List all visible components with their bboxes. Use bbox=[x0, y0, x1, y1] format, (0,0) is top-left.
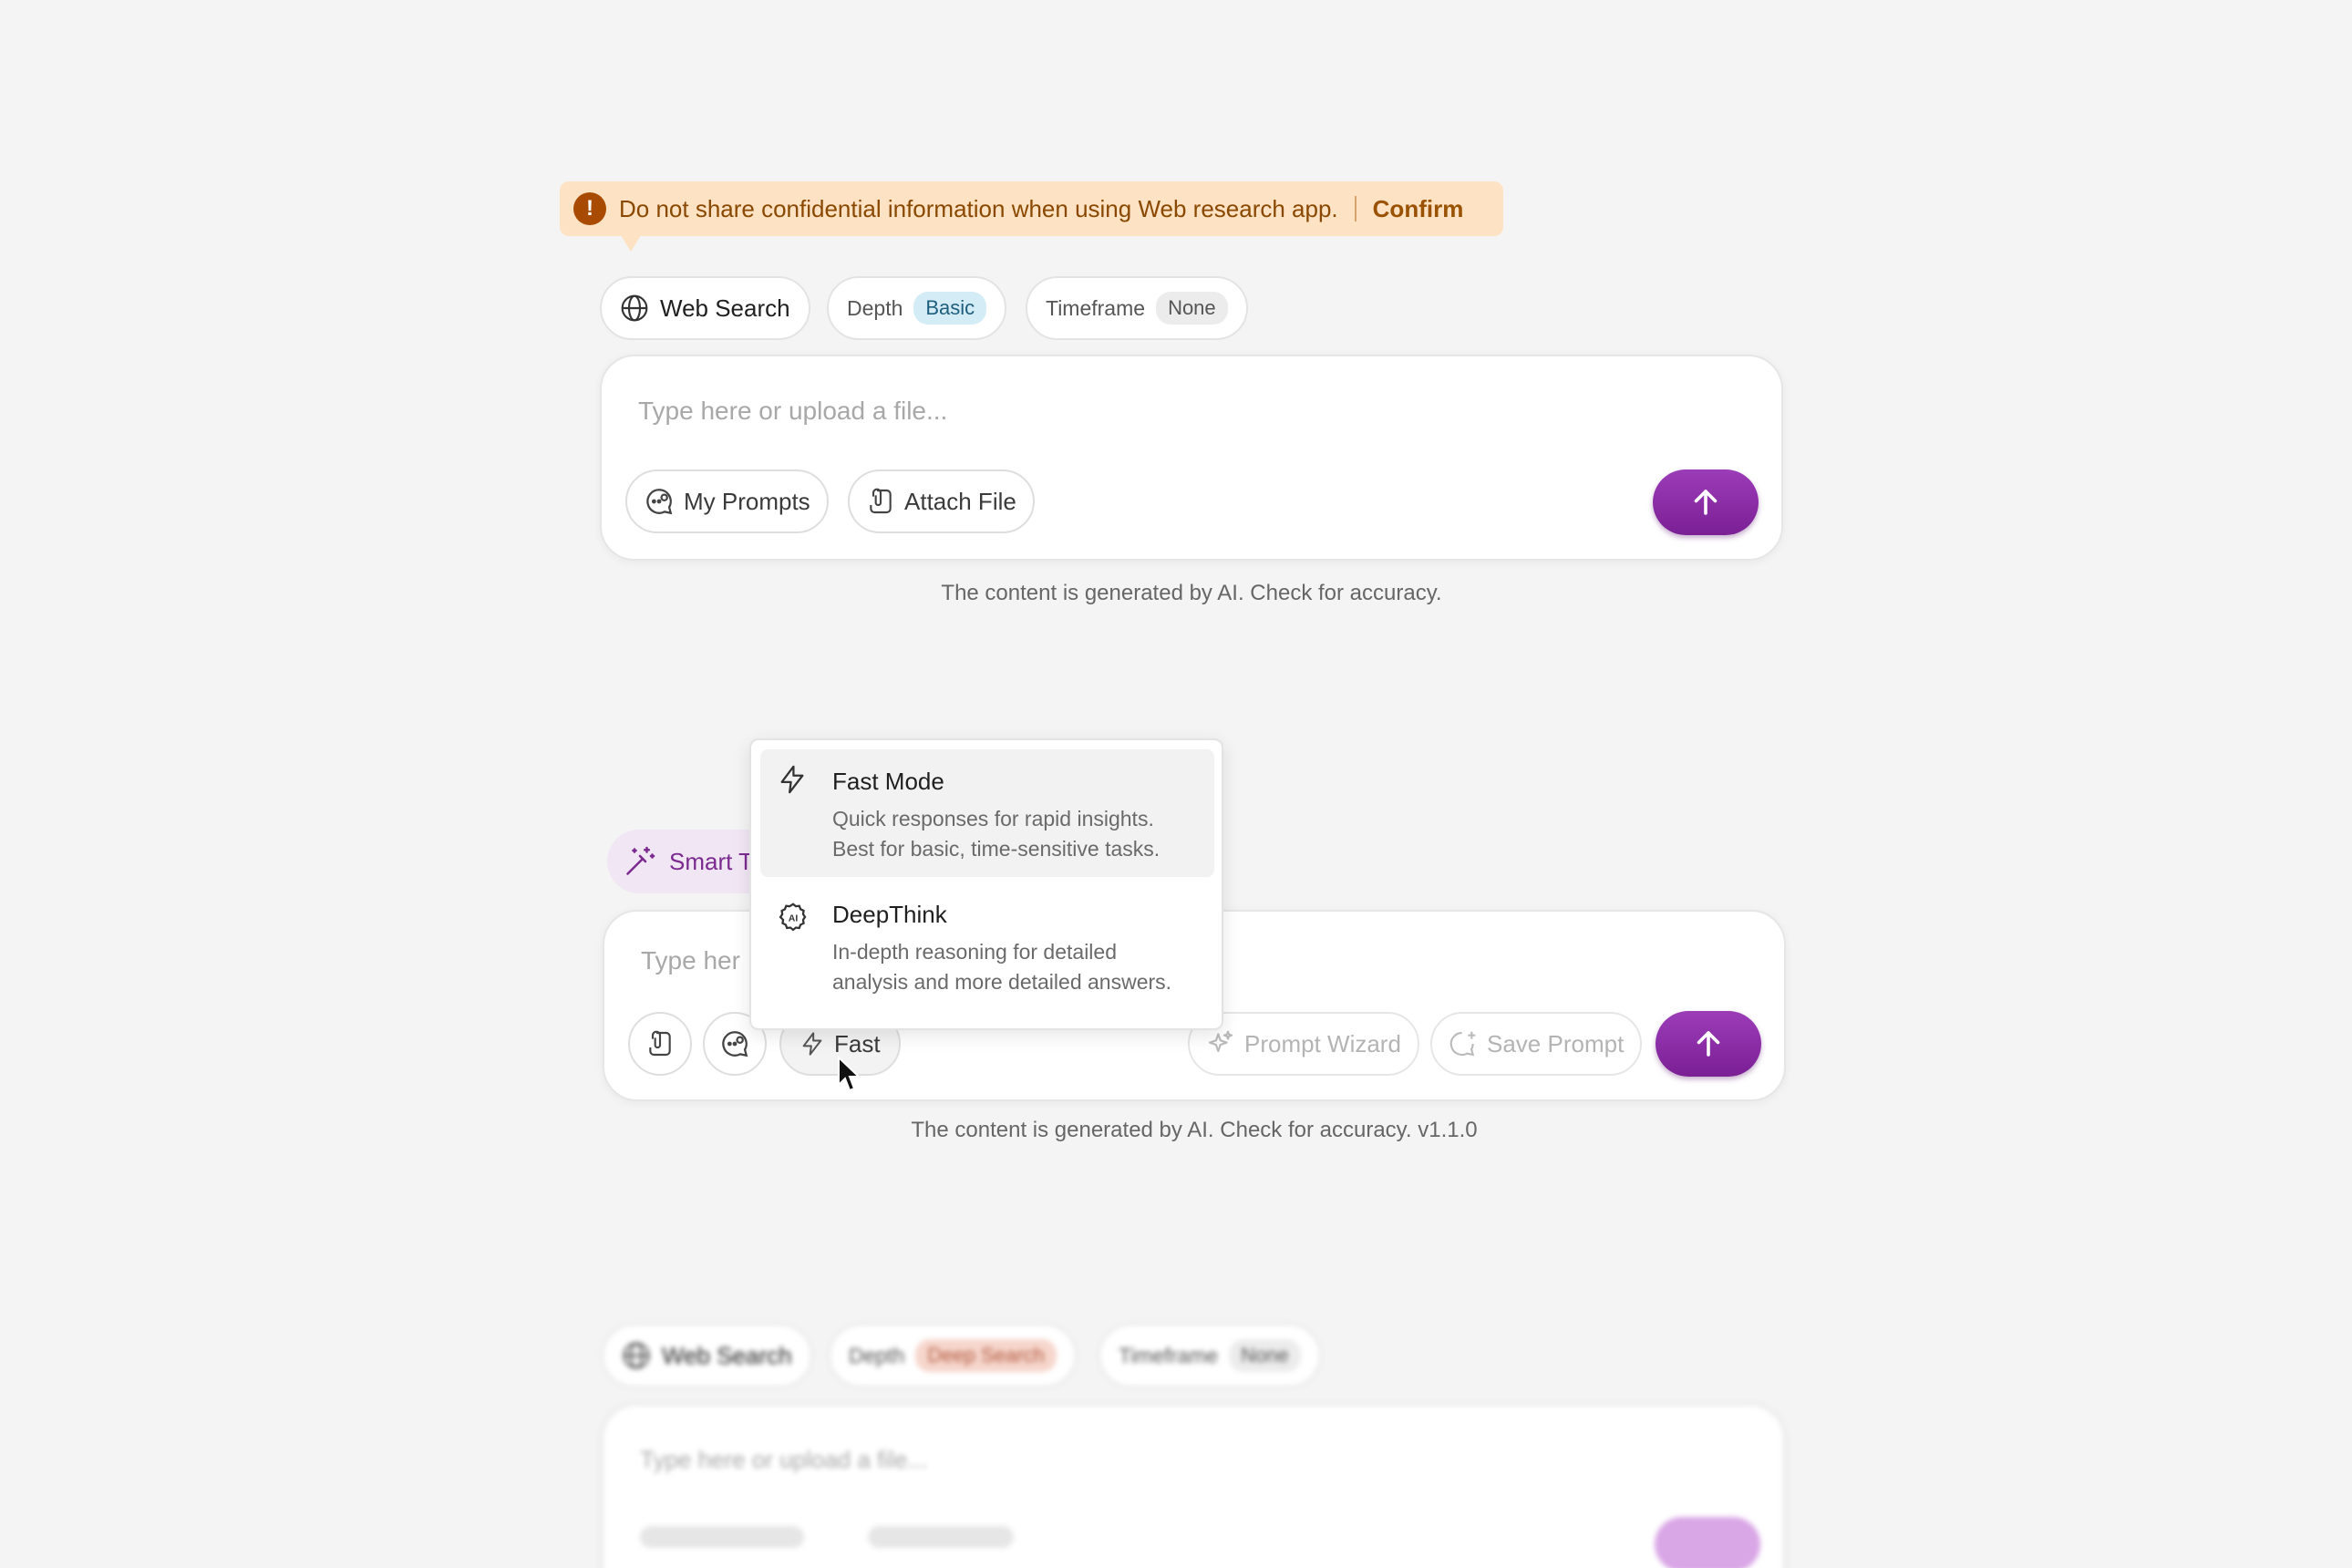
menu-item-title: DeepThink bbox=[832, 901, 947, 928]
attach-file-button[interactable]: Attach File bbox=[848, 469, 1035, 533]
depth-label: Depth bbox=[849, 1343, 905, 1367]
ai-brain-icon: AI bbox=[777, 901, 810, 934]
menu-item-fast-mode[interactable]: Fast Mode Quick responses for rapid insi… bbox=[760, 749, 1214, 877]
depth-value-badge: Basic bbox=[913, 292, 987, 325]
timeframe-label: Timeframe bbox=[1119, 1343, 1219, 1367]
my-prompts-label: My Prompts bbox=[684, 487, 810, 515]
menu-item-title: Fast Mode bbox=[832, 768, 944, 795]
ai-disclaimer-2: The content is generated by AI. Check fo… bbox=[911, 1118, 1478, 1142]
mode-selector-label: Fast bbox=[834, 1029, 881, 1057]
banner-divider bbox=[1354, 196, 1357, 222]
message-input-3[interactable]: Type here or upload a file... bbox=[640, 1446, 927, 1474]
timeframe-value-badge: None bbox=[1229, 1339, 1301, 1372]
send-button-3[interactable] bbox=[1655, 1517, 1760, 1568]
send-button-2[interactable] bbox=[1656, 1011, 1761, 1077]
chat-bubble-icon bbox=[722, 1031, 748, 1057]
my-prompts-button-3[interactable] bbox=[640, 1526, 804, 1548]
message-input[interactable]: Type here or upload a file... bbox=[638, 397, 947, 426]
depth-label: Depth bbox=[847, 295, 903, 320]
web-search-chip-3[interactable]: Web Search bbox=[602, 1324, 812, 1387]
banner-pointer bbox=[621, 235, 641, 252]
chat-bubble-icon bbox=[644, 486, 675, 517]
timeframe-chip[interactable]: Timeframe None bbox=[1026, 276, 1248, 340]
attach-file-button-2[interactable] bbox=[628, 1012, 692, 1076]
menu-item-deepthink[interactable]: AI DeepThink In-depth reasoning for deta… bbox=[760, 888, 1214, 1016]
web-search-label: Web Search bbox=[660, 294, 790, 322]
globe-icon bbox=[620, 294, 649, 323]
menu-item-description: Quick responses for rapid insights. Best… bbox=[832, 807, 1161, 861]
timeframe-chip-3[interactable]: Timeframe None bbox=[1099, 1324, 1321, 1387]
mode-dropdown-menu: Fast Mode Quick responses for rapid insi… bbox=[749, 738, 1223, 1030]
globe-icon bbox=[622, 1341, 651, 1370]
timeframe-value-badge: None bbox=[1156, 292, 1228, 325]
depth-value-badge: Deep Search bbox=[915, 1339, 1057, 1372]
attach-file-button-3[interactable] bbox=[868, 1526, 1014, 1548]
ai-disclaimer: The content is generated by AI. Check fo… bbox=[941, 581, 1442, 605]
timeframe-label: Timeframe bbox=[1046, 295, 1146, 320]
arrow-up-icon bbox=[1694, 490, 1718, 515]
magic-wand-icon bbox=[624, 845, 656, 878]
svg-text:AI: AI bbox=[789, 913, 799, 924]
attach-file-label: Attach File bbox=[904, 487, 1016, 515]
web-search-chip[interactable]: Web Search bbox=[600, 276, 810, 340]
web-search-label: Web Search bbox=[662, 1341, 792, 1369]
confidentiality-warning-banner: ! Do not share confidential information … bbox=[560, 181, 1503, 236]
banner-text: Do not share confidential information wh… bbox=[619, 194, 1338, 222]
my-prompts-button[interactable]: My Prompts bbox=[625, 469, 829, 533]
message-input-2[interactable]: Type her bbox=[641, 946, 740, 975]
attach-file-icon bbox=[649, 1030, 671, 1057]
save-prompt-button[interactable]: Save Prompt bbox=[1430, 1012, 1643, 1076]
prompt-wizard-label: Prompt Wizard bbox=[1244, 1029, 1401, 1057]
lightning-icon bbox=[799, 1031, 825, 1057]
attach-file-icon bbox=[866, 487, 895, 516]
arrow-up-icon bbox=[1697, 1031, 1720, 1057]
chat-add-icon bbox=[1449, 1029, 1478, 1058]
menu-item-description: In-depth reasoning for detailed analysis… bbox=[832, 940, 1172, 994]
send-button[interactable] bbox=[1653, 469, 1759, 535]
save-prompt-label: Save Prompt bbox=[1487, 1029, 1625, 1057]
composer-card-3: Type here or upload a file... bbox=[602, 1404, 1785, 1568]
depth-chip[interactable]: Depth Basic bbox=[827, 276, 1007, 340]
confirm-button[interactable]: Confirm bbox=[1373, 195, 1464, 223]
composer-card: Type here or upload a file... My Prompts… bbox=[600, 355, 1783, 561]
exclamation-icon: ! bbox=[573, 192, 606, 225]
sparkles-icon bbox=[1206, 1029, 1235, 1058]
depth-chip-3[interactable]: Depth Deep Search bbox=[829, 1324, 1077, 1387]
mouse-cursor bbox=[837, 1055, 862, 1099]
lightning-icon bbox=[777, 764, 808, 795]
smart-tab-label: Smart T bbox=[669, 847, 753, 875]
